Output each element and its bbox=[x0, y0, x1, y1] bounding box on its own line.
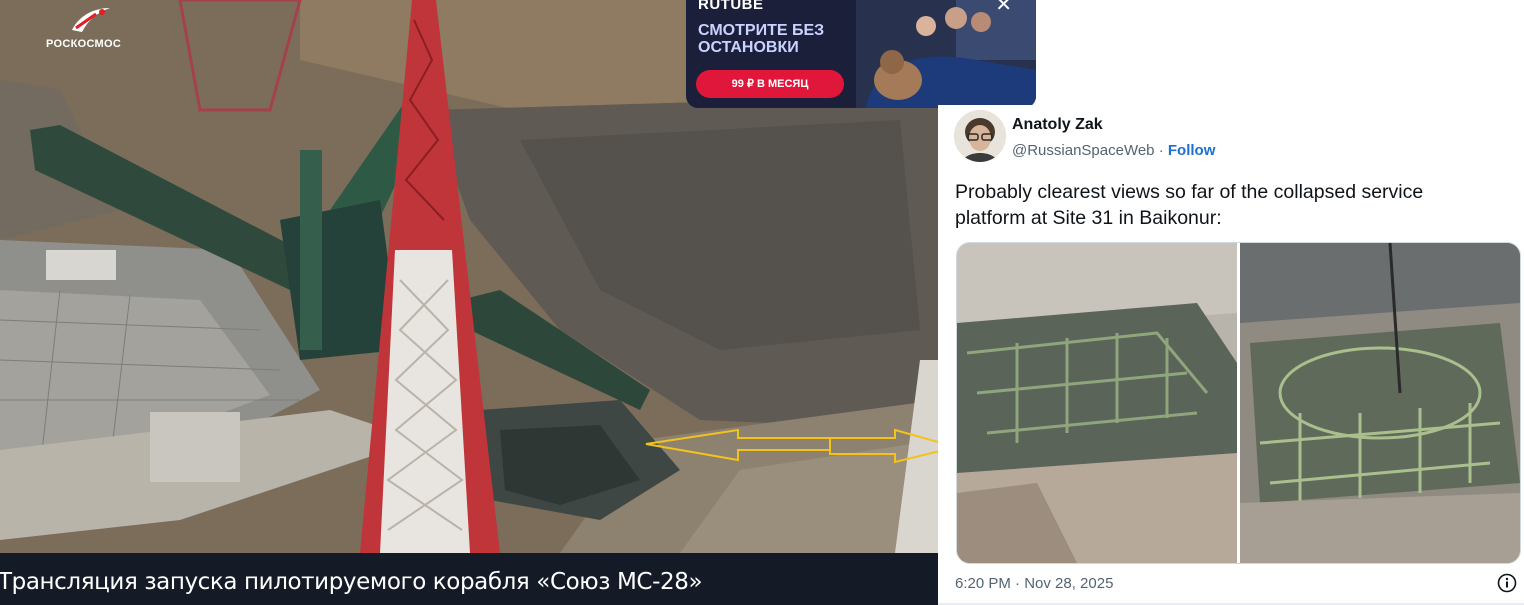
ad-cta-button[interactable]: 99 ₽ В МЕСЯЦ bbox=[696, 70, 844, 98]
roscosmos-logo-icon bbox=[72, 8, 110, 32]
embedded-tweet: Anatoly Zak @RussianSpaceWeb · Follow Pr… bbox=[938, 105, 1524, 605]
video-caption: Трансляция запуска пилотируемого корабля… bbox=[0, 569, 703, 595]
author-name[interactable]: Anatoly Zak bbox=[1012, 116, 1103, 134]
handle-line: @RussianSpaceWeb · Follow bbox=[1012, 142, 1215, 159]
ad-headline: СМОТРИТЕ БЕЗ ОСТАНОВКИ bbox=[698, 22, 825, 56]
tweet-timestamp[interactable]: 6:20 PM · Nov 28, 2025 bbox=[955, 575, 1113, 592]
tweet-media[interactable] bbox=[956, 242, 1521, 564]
info-icon[interactable] bbox=[1497, 573, 1517, 593]
video-caption-bar: Трансляция запуска пилотируемого корабля… bbox=[0, 553, 938, 605]
ad-brand: RUTUBE bbox=[698, 0, 764, 13]
rutube-ad-banner[interactable]: RUTUBE СМОТРИТЕ БЕЗ ОСТАНОВКИ 99 ₽ В МЕС… bbox=[686, 0, 1036, 108]
follow-button[interactable]: Follow bbox=[1168, 142, 1216, 159]
separator: · bbox=[1158, 142, 1164, 159]
tweet-text: Probably clearest views so far of the co… bbox=[955, 181, 1424, 229]
roscosmos-logo: РОСКОСМОС bbox=[46, 4, 136, 52]
ad-close-icon[interactable]: ✕ bbox=[995, 0, 1012, 17]
avatar[interactable] bbox=[954, 110, 1006, 162]
tweet-photo-left[interactable] bbox=[957, 243, 1237, 563]
avatar-image bbox=[954, 110, 1006, 162]
author-handle[interactable]: @RussianSpaceWeb bbox=[1012, 142, 1155, 159]
tweet-photo-right[interactable] bbox=[1240, 243, 1520, 563]
logo-text: РОСКОСМОС bbox=[46, 38, 122, 50]
